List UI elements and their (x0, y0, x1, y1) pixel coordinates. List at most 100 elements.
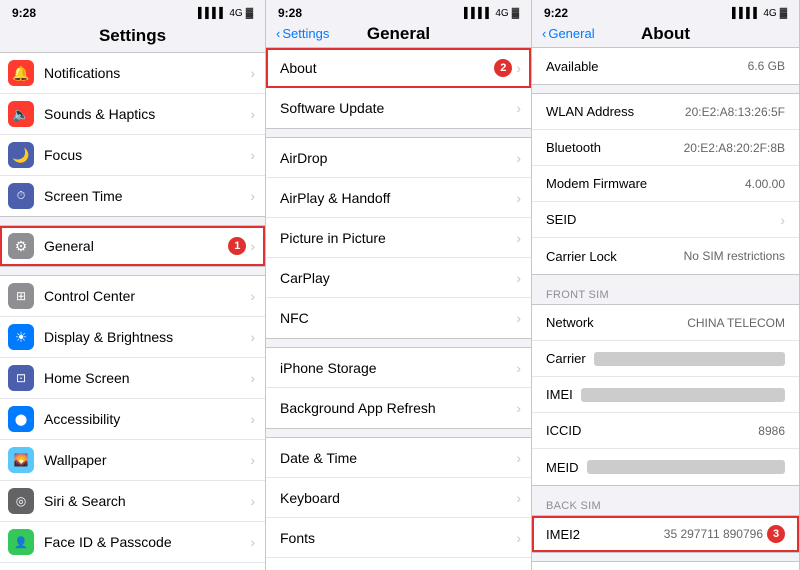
chevron-icon: › (516, 60, 521, 76)
wallpaper-icon: 🌄 (8, 447, 34, 473)
chevron-icon: › (516, 150, 521, 166)
settings-item-accessibility[interactable]: ⬤ Accessibility › (0, 399, 265, 440)
network-icon: 4G (229, 8, 242, 19)
front-sim-header: FRONT SIM (532, 283, 799, 304)
about-list: Available 6.6 GB WLAN Address 20:E2:A8:1… (532, 47, 799, 570)
back-button-general[interactable]: ‹ General (542, 26, 595, 41)
general-item-pip[interactable]: Picture in Picture › (266, 218, 531, 258)
focus-label: Focus (44, 147, 250, 163)
chevron-icon: › (516, 360, 521, 376)
panel-settings: 9:28 ▌▌▌▌ 4G ▓ Settings 🔔 Notifications … (0, 0, 266, 570)
notifications-label: Notifications (44, 65, 250, 81)
pip-label: Picture in Picture (280, 230, 516, 246)
general-item-date-time[interactable]: Date & Time › (266, 438, 531, 478)
status-bar-2: 9:28 ▌▌▌▌ 4G ▓ (266, 0, 531, 24)
general-list: About 2 › Software Update › AirDrop › Ai… (266, 47, 531, 570)
chevron-icon: › (516, 310, 521, 326)
face-id-label: Face ID & Passcode (44, 534, 250, 550)
modem-value: 4.00.00 (655, 177, 785, 191)
settings-item-emergency-sos[interactable]: SOS Emergency SOS › (0, 563, 265, 570)
settings-item-control-center[interactable]: ⊞ Control Center › (0, 276, 265, 317)
notifications-icon: 🔔 (8, 60, 34, 86)
face-id-icon: 👤 (8, 529, 34, 555)
wlan-label: WLAN Address (546, 104, 634, 119)
general-label: General (44, 238, 228, 254)
date-time-label: Date & Time (280, 450, 516, 466)
display-label: Display & Brightness (44, 329, 250, 345)
battery-icon: ▓ (246, 8, 253, 19)
chevron-icon: › (516, 450, 521, 466)
seid-row[interactable]: SEID › (532, 202, 799, 238)
chevron-icon: › (250, 288, 255, 304)
cert-table: Certificate Trust Settings › (532, 561, 799, 570)
chevron-icon: › (250, 65, 255, 81)
bluetooth-value: 20:E2:A8:20:2F:8B (609, 141, 785, 155)
chevron-icon: › (516, 190, 521, 206)
general-icon: ⚙ (8, 233, 34, 259)
back-button-settings[interactable]: ‹ Settings (276, 26, 329, 41)
about-label: About (280, 60, 494, 76)
status-icons-3: ▌▌▌▌ 4G ▓ (732, 8, 787, 19)
chevron-icon: › (250, 411, 255, 427)
imei2-label: IMEI2 (546, 527, 580, 542)
chevron-icon: › (516, 270, 521, 286)
network-label: Network (546, 315, 594, 330)
control-center-icon: ⊞ (8, 283, 34, 309)
general-item-software-update[interactable]: Software Update › (266, 88, 531, 128)
settings-item-siri[interactable]: ◎ Siri & Search › (0, 481, 265, 522)
imei2-row: IMEI2 35 297711 890796 3 (532, 516, 799, 552)
badge-2: 2 (494, 59, 512, 77)
iccid-label: ICCID (546, 423, 581, 438)
panel-about: 9:22 ▌▌▌▌ 4G ▓ ‹ General About Available… (532, 0, 800, 570)
settings-item-sounds[interactable]: 🔈 Sounds & Haptics › (0, 94, 265, 135)
about-nav: ‹ General About (532, 24, 799, 47)
chevron-icon: › (250, 370, 255, 386)
general-item-keyboard[interactable]: Keyboard › (266, 478, 531, 518)
settings-item-screen-time[interactable]: ⏱ Screen Time › (0, 176, 265, 216)
settings-item-general[interactable]: ⚙ General 1 › (0, 226, 265, 266)
general-item-nfc[interactable]: NFC › (266, 298, 531, 338)
nfc-label: NFC (280, 310, 516, 326)
bluetooth-row: Bluetooth 20:E2:A8:20:2F:8B (532, 130, 799, 166)
general-nav: ‹ Settings General (266, 24, 531, 47)
general-item-about[interactable]: About 2 › (266, 48, 531, 88)
status-time-2: 9:28 (278, 6, 302, 20)
settings-list: 🔔 Notifications › 🔈 Sounds & Haptics › 🌙… (0, 52, 265, 570)
chevron-icon: › (250, 493, 255, 509)
settings-item-focus[interactable]: 🌙 Focus › (0, 135, 265, 176)
settings-item-face-id[interactable]: 👤 Face ID & Passcode › (0, 522, 265, 563)
network-row: Network CHINA TELECOM (532, 305, 799, 341)
iccid-value: 8986 (589, 424, 785, 438)
settings-item-wallpaper[interactable]: 🌄 Wallpaper › (0, 440, 265, 481)
front-sim-table: Network CHINA TELECOM Carrier IMEI ICCID… (532, 304, 799, 486)
carrier-value (594, 352, 785, 366)
network-icon: 4G (763, 8, 776, 19)
back-label: Settings (282, 26, 329, 41)
carrier-row: Carrier (532, 341, 799, 377)
chevron-icon: › (516, 100, 521, 116)
settings-item-display[interactable]: ☀ Display & Brightness › (0, 317, 265, 358)
settings-item-home-screen[interactable]: ⊡ Home Screen › (0, 358, 265, 399)
general-item-background-refresh[interactable]: Background App Refresh › (266, 388, 531, 428)
general-item-carplay[interactable]: CarPlay › (266, 258, 531, 298)
control-center-label: Control Center (44, 288, 250, 304)
software-update-label: Software Update (280, 100, 516, 116)
general-item-airdrop[interactable]: AirDrop › (266, 138, 531, 178)
meid-label: MEID (546, 460, 579, 475)
accessibility-label: Accessibility (44, 411, 250, 427)
imei-row: IMEI (532, 377, 799, 413)
settings-item-notifications[interactable]: 🔔 Notifications › (0, 53, 265, 94)
imei-label: IMEI (546, 387, 573, 402)
focus-icon: 🌙 (8, 142, 34, 168)
carrier-lock-row: Carrier Lock No SIM restrictions (532, 238, 799, 274)
settings-group-1: 🔔 Notifications › 🔈 Sounds & Haptics › 🌙… (0, 52, 265, 217)
settings-group-2: ⚙ General 1 › (0, 225, 265, 267)
chevron-icon: › (250, 188, 255, 204)
general-group-3: iPhone Storage › Background App Refresh … (266, 347, 531, 429)
general-item-storage[interactable]: iPhone Storage › (266, 348, 531, 388)
general-item-language[interactable]: Language & Region › (266, 558, 531, 570)
general-item-fonts[interactable]: Fonts › (266, 518, 531, 558)
cert-row[interactable]: Certificate Trust Settings › (532, 562, 799, 570)
general-group-1: About 2 › Software Update › (266, 47, 531, 129)
general-item-airplay[interactable]: AirPlay & Handoff › (266, 178, 531, 218)
